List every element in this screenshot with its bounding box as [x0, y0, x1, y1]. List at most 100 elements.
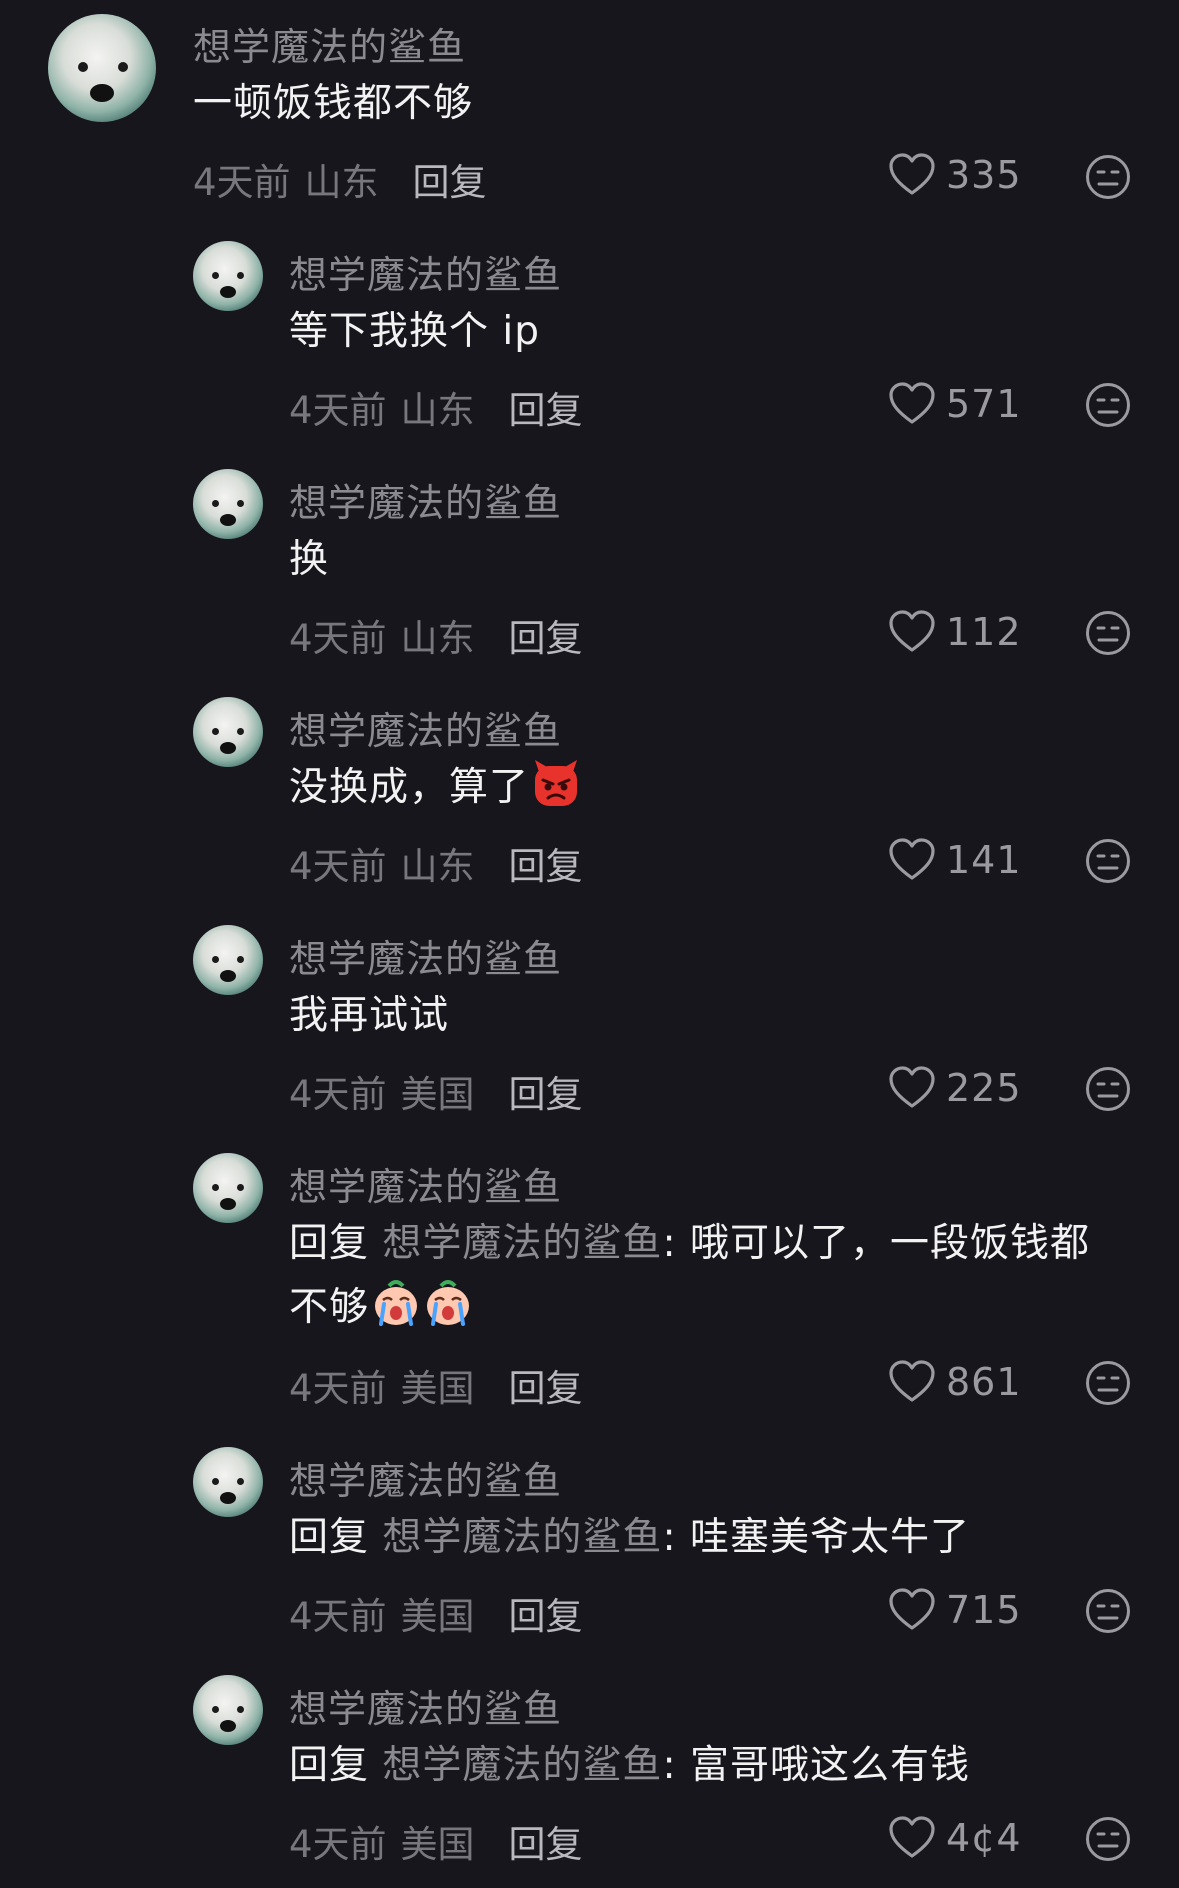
- like-button[interactable]: 861: [888, 1360, 1022, 1404]
- avatar-eye: [118, 62, 128, 72]
- reply-prefix: 回复: [289, 1221, 370, 1266]
- reply-button[interactable]: 回复: [509, 1073, 583, 1116]
- heart-icon: [889, 153, 935, 195]
- username[interactable]: 想学魔法的鲨鱼: [289, 1156, 562, 1211]
- avatar-eye: [237, 1706, 244, 1713]
- comment-text-content: 不够: [289, 1285, 370, 1330]
- meh-face-icon[interactable]: [1084, 609, 1132, 657]
- avatar[interactable]: [193, 1675, 263, 1745]
- like-button[interactable]: 715: [888, 1588, 1022, 1632]
- comment-meta: 4天前 美国 回复: [289, 1358, 583, 1412]
- meh-face-icon[interactable]: [1084, 1815, 1132, 1863]
- avatar-eye: [212, 500, 219, 507]
- comment-text: 一顿饭钱都不够: [193, 81, 474, 126]
- heart-icon: [889, 1588, 935, 1630]
- comment-text-line: 不够: [289, 1276, 1129, 1340]
- avatar-nose: [220, 1720, 236, 1732]
- timestamp: 4天前: [289, 617, 387, 660]
- like-count: 112: [946, 610, 1022, 654]
- reply-button[interactable]: 回复: [509, 1367, 583, 1410]
- avatar-eye: [237, 728, 244, 735]
- meh-face-icon[interactable]: [1084, 153, 1132, 201]
- avatar[interactable]: [193, 1153, 263, 1223]
- reply-target-username[interactable]: 想学魔法的鲨鱼: [382, 1221, 662, 1266]
- reply-prefix: 回复: [289, 1515, 370, 1560]
- comment-text-content: : 哦可以了，一段饭钱都: [662, 1221, 1090, 1266]
- avatar-eye: [78, 62, 88, 72]
- like-count: 141: [946, 838, 1022, 882]
- avatar-eye: [212, 1184, 219, 1191]
- angry-devil-emoji: [535, 760, 578, 806]
- avatar-nose: [90, 84, 114, 102]
- comment-feed: 想学魔法的鲨鱼 一顿饭钱都不够 4天前 山东 回复 335 想学魔法的鲨鱼 等下我换…: [0, 0, 1179, 1888]
- reply-target-username[interactable]: 想学魔法的鲨鱼: [382, 1515, 662, 1560]
- location: 山东: [400, 845, 475, 888]
- comment-text: 我再试试: [289, 993, 450, 1038]
- comment-text: 等下我换个 ip: [289, 309, 540, 354]
- avatar[interactable]: [193, 925, 263, 995]
- meh-face-icon[interactable]: [1084, 381, 1132, 429]
- comment-text-content: : 富哥哦这么有钱: [662, 1743, 970, 1788]
- avatar-nose: [220, 286, 236, 298]
- reply-button[interactable]: 回复: [509, 845, 583, 888]
- avatar-nose: [220, 970, 236, 982]
- comment-text: 换: [289, 537, 330, 582]
- like-button[interactable]: 335: [888, 153, 1022, 197]
- like-count: 571: [946, 382, 1022, 426]
- avatar-nose: [220, 742, 236, 754]
- crying-emoji: [375, 1280, 418, 1326]
- like-button[interactable]: 225: [888, 1066, 1022, 1110]
- like-button[interactable]: 4¢4: [888, 1816, 1022, 1860]
- location: 美国: [400, 1367, 475, 1410]
- avatar-nose: [220, 1492, 236, 1504]
- avatar[interactable]: [48, 14, 156, 122]
- reply-button[interactable]: 回复: [509, 389, 583, 432]
- username[interactable]: 想学魔法的鲨鱼: [289, 244, 562, 299]
- username[interactable]: 想学魔法的鲨鱼: [289, 928, 562, 983]
- like-button[interactable]: 141: [888, 838, 1022, 882]
- avatar[interactable]: [193, 241, 263, 311]
- timestamp: 4天前: [193, 161, 291, 204]
- like-count: 4¢4: [946, 1816, 1022, 1860]
- location: 山东: [304, 161, 379, 204]
- like-count: 861: [946, 1360, 1022, 1404]
- meh-face-icon[interactable]: [1084, 837, 1132, 885]
- meh-face-icon[interactable]: [1084, 1359, 1132, 1407]
- location: 山东: [400, 389, 475, 432]
- reply-button[interactable]: 回复: [509, 617, 583, 660]
- timestamp: 4天前: [289, 1073, 387, 1116]
- username[interactable]: 想学魔法的鲨鱼: [289, 700, 562, 755]
- avatar-eye: [212, 728, 219, 735]
- comment-text: 回复 想学魔法的鲨鱼: 富哥哦这么有钱: [289, 1734, 970, 1798]
- reply-button[interactable]: 回复: [413, 161, 487, 204]
- meh-face-icon[interactable]: [1084, 1587, 1132, 1635]
- timestamp: 4天前: [289, 1595, 387, 1638]
- like-count: 715: [946, 1588, 1022, 1632]
- comment-meta: 4天前 美国 回复: [289, 1064, 583, 1118]
- username[interactable]: 想学魔法的鲨鱼: [193, 16, 466, 71]
- heart-icon: [889, 610, 935, 652]
- meh-face-icon[interactable]: [1084, 1065, 1132, 1113]
- reply-prefix: 回复: [289, 1743, 370, 1788]
- like-count: 335: [946, 153, 1022, 197]
- avatar-eye: [212, 1478, 219, 1485]
- avatar-eye: [237, 1184, 244, 1191]
- avatar[interactable]: [193, 1447, 263, 1517]
- location: 美国: [400, 1595, 475, 1638]
- avatar[interactable]: [193, 697, 263, 767]
- avatar[interactable]: [193, 469, 263, 539]
- avatar-eye: [212, 956, 219, 963]
- timestamp: 4天前: [289, 845, 387, 888]
- username[interactable]: 想学魔法的鲨鱼: [289, 1450, 562, 1505]
- reply-button[interactable]: 回复: [509, 1595, 583, 1638]
- comment-text: 回复 想学魔法的鲨鱼: 哦可以了，一段饭钱都 不够: [289, 1212, 1129, 1340]
- like-count: 225: [946, 1066, 1022, 1110]
- comment-text: 回复 想学魔法的鲨鱼: 哇塞美爷太牛了: [289, 1506, 970, 1570]
- like-button[interactable]: 112: [888, 610, 1022, 654]
- comment-meta: 4天前 山东 回复: [289, 836, 583, 890]
- like-button[interactable]: 571: [888, 382, 1022, 426]
- reply-target-username[interactable]: 想学魔法的鲨鱼: [382, 1743, 662, 1788]
- heart-icon: [889, 1066, 935, 1108]
- username[interactable]: 想学魔法的鲨鱼: [289, 1678, 562, 1733]
- username[interactable]: 想学魔法的鲨鱼: [289, 472, 562, 527]
